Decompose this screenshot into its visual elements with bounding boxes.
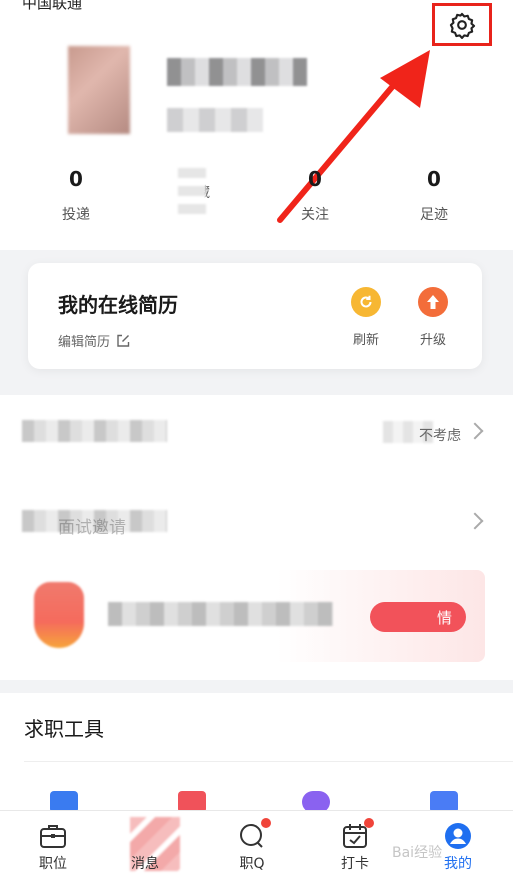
promo-banner[interactable]: 情 [22,570,485,662]
stat-following[interactable]: 0 关注 [275,168,355,224]
checkin-badge [364,818,374,828]
job-status-label-blurred [22,420,167,442]
edit-icon [117,334,130,347]
avatar[interactable] [68,46,130,134]
chevron-right-icon [466,422,484,440]
edit-resume-link[interactable]: 编辑简历 [58,331,130,350]
divider [24,761,513,762]
fire-icon [34,582,84,648]
watermark: Bai经验 [392,845,443,861]
tools-title: 求职工具 [24,717,104,741]
job-status-row[interactable]: 不考虑 [0,395,513,475]
user-subtitle-blurred [167,108,263,132]
online-resume-card[interactable]: 我的在线简历 编辑简历 刷新 升级 [28,263,482,369]
status-carrier: 中国联通 [22,0,83,12]
stat-following-label: 关注 [301,207,329,223]
edit-resume-label: 编辑简历 [58,335,111,350]
qa-badge [261,818,271,828]
job-status-value: 不考虑 [419,428,461,444]
stat-history[interactable]: 0 足迹 [394,168,474,224]
tab-qa-label: 职Q [239,856,265,872]
tab-qa[interactable]: 职Q [217,818,287,873]
tab-messages[interactable]: 消息 [110,817,180,873]
user-icon [445,823,471,849]
profile-header: 中国联通 0 投递 收藏 0 关注 0 足 [0,0,513,250]
job-tools-section: 求职工具 [0,693,513,813]
arrow-up-icon [418,287,448,317]
promo-text-blurred [108,602,333,626]
stat-following-value: 0 [308,167,322,191]
stat-applied[interactable]: 0 投递 [36,168,116,224]
refresh-icon [351,287,381,317]
promo-detail-button[interactable]: 情 [370,602,466,632]
refresh-label: 刷新 [352,333,379,348]
tab-checkin-label: 打卡 [341,856,369,872]
resume-title: 我的在线简历 [58,293,178,317]
refresh-resume-button[interactable]: 刷新 [346,287,386,348]
interview-invite-label: 面试邀请 [58,518,126,538]
chevron-right-icon [466,512,484,530]
briefcase-icon [40,825,66,848]
tab-checkin[interactable]: 打卡 [320,818,390,873]
interview-invite-row[interactable]: 面试邀请 [0,485,513,565]
profile-page: 中国联通 0 投递 收藏 0 关注 0 足 [0,0,513,884]
stat-history-label: 足迹 [420,207,448,223]
stat-applied-label: 投递 [62,207,90,223]
tab-jobs[interactable]: 职位 [18,821,88,873]
stat-favorites-blur [178,168,206,218]
tab-jobs-label: 职位 [39,856,67,872]
stat-applied-value: 0 [69,167,83,191]
upgrade-resume-button[interactable]: 升级 [413,287,453,348]
settings-button[interactable] [432,3,492,46]
gear-icon [449,12,476,39]
promo-button-label: 情 [436,608,452,627]
tab-messages-label: 消息 [131,856,159,872]
stat-history-value: 0 [427,167,441,191]
upgrade-label: 升级 [419,333,446,348]
